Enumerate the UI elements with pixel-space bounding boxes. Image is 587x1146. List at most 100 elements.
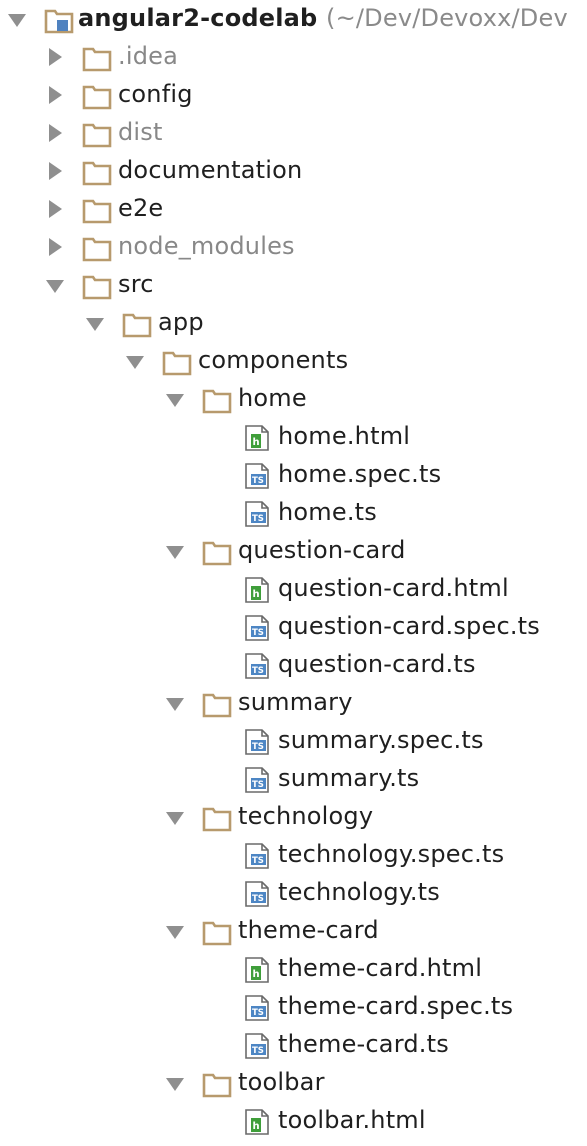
html-file-icon: h (245, 577, 269, 603)
chevron-down-icon[interactable] (164, 806, 186, 828)
svg-text:TS: TS (252, 514, 264, 524)
tree-row-folder[interactable]: home (0, 380, 587, 418)
typescript-file-icon: TS (245, 653, 269, 679)
tree-item-label: config (118, 80, 193, 108)
tree-row-folder[interactable]: question-card (0, 532, 587, 570)
folder-icon (202, 389, 232, 414)
chevron-right-icon[interactable] (44, 46, 66, 68)
svg-text:TS: TS (252, 666, 264, 676)
typescript-file-icon: TS (245, 1033, 269, 1059)
svg-text:TS: TS (252, 1046, 264, 1056)
tree-row-ts-file[interactable]: TS theme-card.spec.ts (0, 988, 587, 1026)
tree-row-folder[interactable]: theme-card (0, 912, 587, 950)
svg-text:TS: TS (252, 476, 264, 486)
tree-item-label: components (198, 346, 349, 374)
folder-icon (82, 237, 112, 262)
html-file-icon: h (245, 425, 269, 451)
tree-row-root[interactable]: angular2-codelab (~/Dev/Devoxx/Dev (0, 0, 587, 38)
tree-row-ts-file[interactable]: TS question-card.ts (0, 646, 587, 684)
tree-row-ts-file[interactable]: TS technology.ts (0, 874, 587, 912)
folder-icon (202, 921, 232, 946)
folder-icon (82, 47, 112, 72)
typescript-file-icon: TS (245, 463, 269, 489)
chevron-down-icon[interactable] (6, 8, 28, 30)
svg-text:h: h (253, 589, 260, 600)
tree-item-label: node_modules (118, 232, 295, 260)
chevron-right-icon[interactable] (44, 198, 66, 220)
tree-item-label: summary.spec.ts (278, 726, 484, 754)
tree-item-label: summary.ts (278, 764, 420, 792)
tree-row-html-file[interactable]: h theme-card.html (0, 950, 587, 988)
tree-item-label: dist (118, 118, 163, 146)
chevron-down-icon[interactable] (84, 312, 106, 334)
tree-row-ts-file[interactable]: TS summary.spec.ts (0, 722, 587, 760)
tree-item-label: theme-card (238, 916, 379, 944)
html-file-icon: h (245, 1109, 269, 1135)
tree-row-folder[interactable]: technology (0, 798, 587, 836)
chevron-down-icon[interactable] (164, 920, 186, 942)
typescript-file-icon: TS (245, 729, 269, 755)
tree-item-label: documentation (118, 156, 303, 184)
chevron-down-icon[interactable] (44, 274, 66, 296)
tree-row-folder[interactable]: node_modules (0, 228, 587, 266)
typescript-file-icon: TS (245, 995, 269, 1021)
folder-icon (82, 123, 112, 148)
tree-row-folder[interactable]: dist (0, 114, 587, 152)
tree-item-label: toolbar (238, 1068, 325, 1096)
tree-row-ts-file[interactable]: TS home.spec.ts (0, 456, 587, 494)
tree-item-label: home.html (278, 422, 411, 450)
tree-row-folder[interactable]: config (0, 76, 587, 114)
tree-item-label: summary (238, 688, 353, 716)
tree-row-ts-file[interactable]: TS question-card.spec.ts (0, 608, 587, 646)
tree-item-label: app (158, 308, 204, 336)
chevron-down-icon[interactable] (124, 350, 146, 372)
tree-row-html-file[interactable]: h question-card.html (0, 570, 587, 608)
svg-text:TS: TS (252, 1008, 264, 1018)
tree-item-label: .idea (118, 42, 179, 70)
typescript-file-icon: TS (245, 501, 269, 527)
tree-item-label: question-card.spec.ts (278, 612, 541, 640)
tree-item-label: question-card.ts (278, 650, 476, 678)
tree-row-folder[interactable]: src (0, 266, 587, 304)
tree-item-label: theme-card.html (278, 954, 483, 982)
chevron-right-icon[interactable] (44, 122, 66, 144)
chevron-right-icon[interactable] (44, 236, 66, 258)
tree-row-ts-file[interactable]: TS theme-card.ts (0, 1026, 587, 1064)
chevron-down-icon[interactable] (164, 540, 186, 562)
tree-row-ts-file[interactable]: TS technology.spec.ts (0, 836, 587, 874)
folder-icon (82, 199, 112, 224)
svg-text:TS: TS (252, 856, 264, 866)
tree-row-folder[interactable]: app (0, 304, 587, 342)
tree-item-label: question-card.html (278, 574, 509, 602)
tree-item-label: e2e (118, 194, 164, 222)
tree-row-html-file[interactable]: h home.html (0, 418, 587, 456)
html-file-icon: h (245, 957, 269, 983)
tree-item-label: home.ts (278, 498, 377, 526)
chevron-right-icon[interactable] (44, 84, 66, 106)
tree-item-label: home (238, 384, 307, 412)
chevron-down-icon[interactable] (164, 388, 186, 410)
tree-row-html-file[interactable]: h toolbar.html (0, 1102, 587, 1140)
tree-item-label: theme-card.ts (278, 1030, 449, 1058)
chevron-down-icon[interactable] (164, 1072, 186, 1094)
chevron-down-icon[interactable] (164, 692, 186, 714)
tree-item-label: technology.spec.ts (278, 840, 505, 868)
tree-row-folder[interactable]: e2e (0, 190, 587, 228)
chevron-right-icon[interactable] (44, 160, 66, 182)
folder-icon (202, 693, 232, 718)
tree-row-ts-file[interactable]: TS home.ts (0, 494, 587, 532)
tree-item-label: src (118, 270, 154, 298)
svg-text:h: h (253, 1121, 260, 1132)
root-folder-label: angular2-codelab (~/Dev/Devoxx/Dev (78, 3, 568, 33)
svg-text:h: h (253, 437, 260, 448)
typescript-file-icon: TS (245, 843, 269, 869)
tree-row-folder[interactable]: summary (0, 684, 587, 722)
tree-row-folder[interactable]: toolbar (0, 1064, 587, 1102)
tree-row-folder[interactable]: documentation (0, 152, 587, 190)
project-folder-icon (44, 9, 74, 34)
svg-text:TS: TS (252, 780, 264, 790)
project-tree: angular2-codelab (~/Dev/Devoxx/Dev .idea… (0, 0, 587, 1146)
tree-row-folder[interactable]: components (0, 342, 587, 380)
tree-row-folder[interactable]: .idea (0, 38, 587, 76)
tree-row-ts-file[interactable]: TS summary.ts (0, 760, 587, 798)
